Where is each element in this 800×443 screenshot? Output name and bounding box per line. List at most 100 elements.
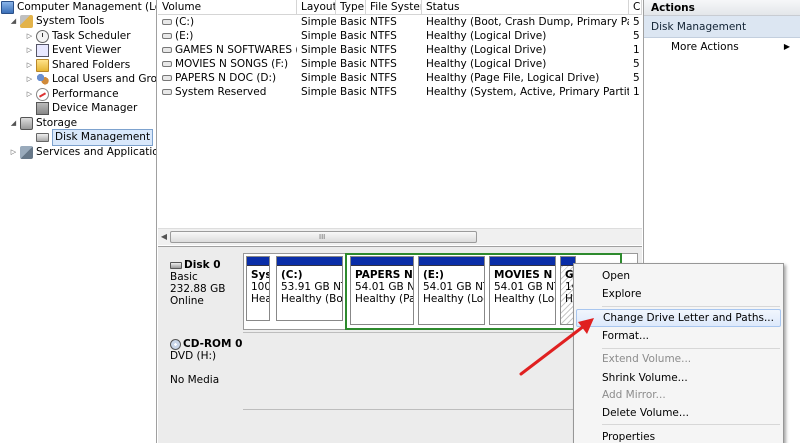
cell-file-system: NTFS bbox=[370, 44, 397, 56]
partition-status: Hea bbox=[251, 293, 270, 305]
table-row[interactable]: GAMES N SOFTWARES (G:) Simple Basic NTFS… bbox=[158, 43, 642, 57]
cdrom0-name: CD-ROM 0 bbox=[183, 338, 243, 350]
collapse-triangle-icon[interactable]: ◢ bbox=[9, 116, 18, 131]
submenu-arrow-icon: ▶ bbox=[783, 42, 790, 51]
expand-triangle-icon[interactable]: ▷ bbox=[25, 58, 34, 73]
partition-e[interactable]: (E:) 54.01 GB NTF: Healthy (Logi bbox=[418, 256, 485, 325]
menu-item-shrink-volume[interactable]: Shrink Volume... bbox=[576, 369, 781, 387]
cell-file-system: NTFS bbox=[370, 30, 397, 42]
expand-triangle-icon[interactable]: ▷ bbox=[9, 145, 18, 160]
more-actions-label: More Actions bbox=[671, 41, 739, 53]
cdrom0-label[interactable]: CD-ROM 0 DVD (H:) No Media bbox=[161, 332, 246, 410]
partition-c[interactable]: (C:) 53.91 GB NTF: Healthy (Boot bbox=[276, 256, 343, 321]
tree-node-shared-folders[interactable]: ▷ Shared Folders bbox=[25, 58, 130, 73]
table-row[interactable]: System Reserved Simple Basic NTFS Health… bbox=[158, 85, 642, 99]
cell-layout: Simple bbox=[301, 86, 336, 98]
actions-section-disk-management[interactable]: Disk Management bbox=[644, 16, 800, 38]
partition-system-reserved[interactable]: Syst 100 Hea bbox=[246, 256, 270, 321]
tree-node-disk-management[interactable]: Disk Management bbox=[25, 129, 154, 146]
expand-triangle-icon[interactable]: ▷ bbox=[25, 29, 34, 44]
cell-capacity: 1 bbox=[633, 86, 640, 98]
cell-volume: MOVIES N SONGS (F:) bbox=[175, 58, 289, 70]
column-header-volume[interactable]: Volume bbox=[158, 0, 297, 15]
context-menu: Open Explore Change Drive Letter and Pat… bbox=[573, 263, 784, 443]
partition-name: MOVIES N SC bbox=[494, 269, 555, 281]
column-header-status[interactable]: Status bbox=[422, 0, 629, 15]
tree-node-event-viewer[interactable]: ▷ Event Viewer bbox=[25, 43, 121, 58]
menu-separator bbox=[602, 306, 780, 307]
tree-node-root[interactable]: Computer Management (Local bbox=[1, 0, 156, 15]
menu-item-delete-volume[interactable]: Delete Volume... bbox=[576, 404, 781, 422]
cell-capacity: 5 bbox=[633, 30, 640, 42]
volume-icon bbox=[162, 75, 172, 81]
menu-separator bbox=[602, 348, 780, 349]
cell-capacity: 1 bbox=[633, 44, 640, 56]
expand-triangle-icon[interactable]: ▷ bbox=[25, 72, 34, 87]
cell-volume: PAPERS N DOC (D:) bbox=[175, 72, 277, 84]
table-row[interactable]: (E:) Simple Basic NTFS Healthy (Logical … bbox=[158, 29, 642, 43]
tree-node-performance[interactable]: ▷ Performance bbox=[25, 87, 119, 102]
partition-f[interactable]: MOVIES N SC 54.01 GB NTF: Healthy (Logi bbox=[489, 256, 556, 325]
cell-capacity: 5 bbox=[633, 16, 640, 28]
table-row[interactable]: PAPERS N DOC (D:) Simple Basic NTFS Heal… bbox=[158, 71, 642, 85]
tree-label-system-tools: System Tools bbox=[36, 15, 105, 27]
cell-status: Healthy (Logical Drive) bbox=[426, 30, 547, 42]
services-icon bbox=[20, 146, 33, 159]
disk0-label[interactable]: Disk 0 Basic 232.88 GB Online bbox=[161, 253, 246, 329]
tree-node-task-scheduler[interactable]: ▷ Task Scheduler bbox=[25, 29, 131, 44]
cell-layout: Simple bbox=[301, 44, 336, 56]
cdrom-icon bbox=[170, 338, 181, 350]
cell-volume: System Reserved bbox=[175, 86, 267, 98]
tree-node-services[interactable]: ▷ Services and Applications bbox=[9, 145, 156, 160]
tools-icon bbox=[20, 15, 33, 28]
table-row[interactable]: MOVIES N SONGS (F:) Simple Basic NTFS He… bbox=[158, 57, 642, 71]
partition-bar bbox=[247, 257, 269, 266]
menu-item-format[interactable]: Format... bbox=[576, 327, 781, 345]
actions-header: Actions bbox=[644, 0, 800, 16]
partition-bar bbox=[490, 257, 555, 266]
cell-status: Healthy (Page File, Logical Drive) bbox=[426, 72, 600, 84]
cell-file-system: NTFS bbox=[370, 72, 397, 84]
more-actions-item[interactable]: More Actions ▶ bbox=[644, 38, 800, 56]
partition-name: (C:) bbox=[281, 269, 303, 281]
column-header-layout[interactable]: Layout bbox=[297, 0, 336, 15]
partition-status: Healthy (Pag bbox=[355, 293, 413, 305]
scroll-left-arrow-icon[interactable]: ◀ bbox=[159, 232, 169, 241]
tree-label-shared-folders: Shared Folders bbox=[52, 59, 131, 71]
cell-status: Healthy (Logical Drive) bbox=[426, 58, 547, 70]
cell-type: Basic bbox=[340, 72, 366, 84]
scrollbar-thumb[interactable]: III bbox=[170, 231, 477, 243]
partition-d[interactable]: PAPERS N D 54.01 GB NTF Healthy (Pag bbox=[350, 256, 414, 325]
volume-list: Volume Layout Type File System Status C … bbox=[158, 0, 642, 245]
tree-label-local-users: Local Users and Groups bbox=[52, 73, 157, 85]
volume-icon bbox=[162, 61, 172, 67]
column-header-file-system[interactable]: File System bbox=[366, 0, 422, 15]
collapse-triangle-icon[interactable]: ◢ bbox=[9, 14, 18, 29]
horizontal-scrollbar[interactable]: ◀ III bbox=[158, 228, 642, 245]
menu-item-explore[interactable]: Explore bbox=[576, 285, 781, 303]
menu-item-change-drive-letter[interactable]: Change Drive Letter and Paths... bbox=[576, 309, 781, 327]
menu-item-open[interactable]: Open bbox=[576, 267, 781, 285]
cdrom0-media: No Media bbox=[170, 374, 220, 386]
disk0-type: Basic bbox=[170, 271, 198, 283]
event-viewer-icon bbox=[36, 44, 49, 57]
table-row[interactable]: (C:) Simple Basic NTFS Healthy (Boot, Cr… bbox=[158, 15, 642, 29]
expand-triangle-icon[interactable]: ▷ bbox=[25, 43, 34, 58]
disk-icon bbox=[170, 261, 182, 269]
partition-bar bbox=[351, 257, 413, 266]
column-header-capacity[interactable]: C bbox=[629, 0, 642, 15]
tree-node-system-tools[interactable]: ◢ System Tools bbox=[9, 14, 104, 29]
partition-size: 53.91 GB NTF: bbox=[281, 281, 342, 293]
column-header-type[interactable]: Type bbox=[336, 0, 366, 15]
cell-volume: (E:) bbox=[175, 30, 194, 42]
clock-icon bbox=[36, 30, 49, 43]
cell-layout: Simple bbox=[301, 72, 336, 84]
expand-triangle-icon[interactable]: ▷ bbox=[25, 87, 34, 102]
tree-node-device-manager[interactable]: Device Manager bbox=[25, 101, 137, 116]
tree-node-local-users[interactable]: ▷ Local Users and Groups bbox=[25, 72, 157, 87]
volume-icon bbox=[162, 33, 172, 39]
partition-status: Healthy (Logi bbox=[423, 293, 484, 305]
console-tree: Computer Management (Local ◢ System Tool… bbox=[0, 0, 157, 443]
menu-item-properties[interactable]: Properties bbox=[576, 428, 781, 443]
cell-layout: Simple bbox=[301, 30, 336, 42]
